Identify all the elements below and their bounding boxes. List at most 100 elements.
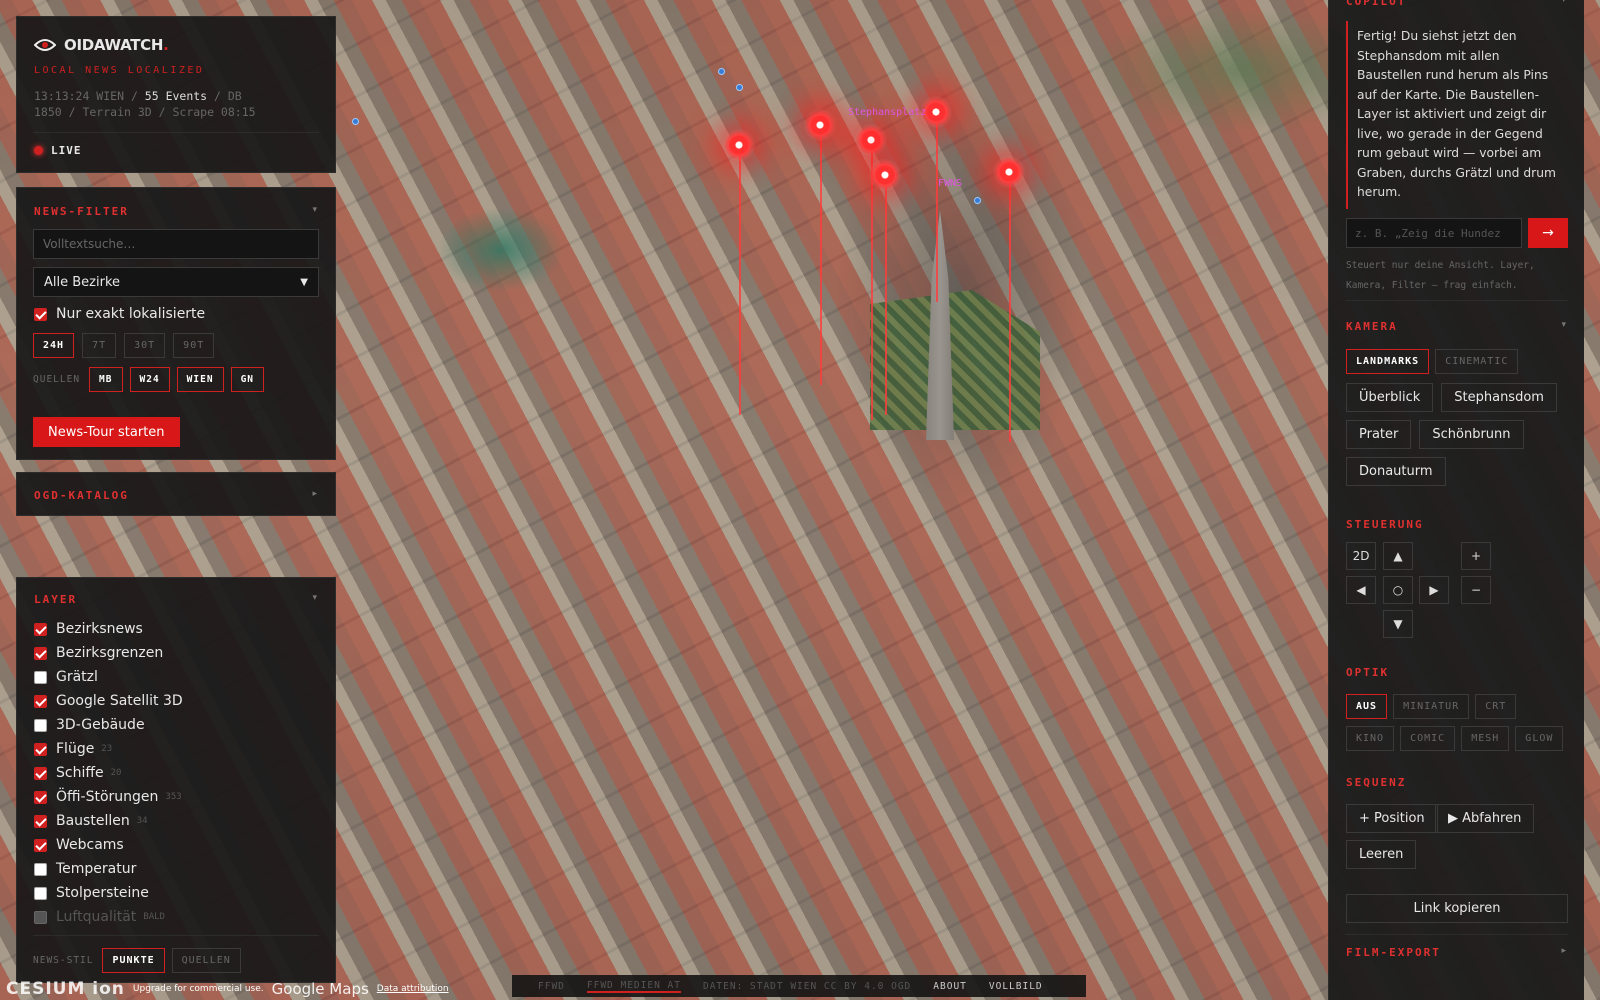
layer-item[interactable]: Schiffe 20: [34, 761, 183, 785]
caret-down-icon[interactable]: ▾: [1561, 320, 1566, 330]
camera-mode-chip[interactable]: LANDMARKS: [1346, 349, 1430, 374]
checkbox-icon[interactable]: [34, 814, 47, 828]
time-range-chip[interactable]: 90T: [173, 333, 215, 358]
layer-item[interactable]: Luftqualität BALD: [34, 905, 183, 929]
pan-up-button[interactable]: ▲: [1383, 542, 1413, 570]
optik-chip[interactable]: AUS: [1346, 694, 1388, 719]
optik-chip[interactable]: GLOW: [1515, 726, 1564, 751]
checkbox-icon[interactable]: [34, 742, 47, 756]
pan-left-button[interactable]: ◀: [1346, 576, 1376, 604]
layer-item[interactable]: Bezirksnews: [34, 617, 183, 641]
layer-item[interactable]: Google Satellit 3D: [34, 689, 183, 713]
section-title[interactable]: NEWS-FILTER: [34, 205, 129, 218]
copilot-hint: Steuert nur deine Ansicht. Layer, Kamera…: [1346, 260, 1535, 291]
news-pin[interactable]: [993, 156, 1025, 188]
checkbox-icon[interactable]: [34, 790, 47, 804]
district-value: Alle Bezirke: [44, 274, 121, 290]
layer-item[interactable]: Baustellen 34: [34, 809, 183, 833]
copilot-input[interactable]: z. B. „Zeig die Hundez: [1346, 218, 1522, 248]
news-pin[interactable]: [723, 129, 755, 161]
optik-chip[interactable]: KINO: [1346, 726, 1395, 751]
news-style-chip[interactable]: PUNKTE: [102, 948, 165, 973]
search-input[interactable]: Volltextsuche…: [33, 229, 319, 259]
camera-place-button[interactable]: Überblick: [1346, 383, 1434, 412]
separator: /: [124, 89, 145, 103]
optik-chip[interactable]: CRT: [1475, 694, 1517, 719]
checkbox-icon[interactable]: [34, 838, 47, 852]
ogd-catalog-panel[interactable]: OGD-KATALOG ▸: [16, 472, 336, 516]
camera-place-button[interactable]: Stephansdom: [1441, 383, 1557, 412]
camera-mode-chip[interactable]: CINEMATIC: [1435, 349, 1519, 374]
layer-item[interactable]: Temperatur: [34, 857, 183, 881]
pan-down-button[interactable]: ▼: [1383, 610, 1413, 638]
layer-item[interactable]: Bezirksgrenzen: [34, 641, 183, 665]
section-title[interactable]: FILM-EXPORT: [1346, 946, 1441, 959]
checkbox-icon[interactable]: [34, 862, 47, 876]
camera-place-button[interactable]: Prater: [1346, 420, 1412, 449]
caret-right-icon[interactable]: ▸: [1561, 946, 1566, 956]
news-tour-button[interactable]: News-Tour starten: [33, 417, 180, 447]
layer-item[interactable]: Flüge 23: [34, 737, 183, 761]
flight-dot[interactable]: [352, 118, 359, 125]
pan-right-button[interactable]: ▶: [1419, 576, 1449, 604]
news-pin[interactable]: [804, 109, 836, 141]
flight-dot[interactable]: [974, 197, 981, 204]
zoom-in-button[interactable]: +: [1461, 542, 1491, 570]
layer-item[interactable]: Stolpersteine: [34, 881, 183, 905]
checkbox-icon[interactable]: [34, 766, 47, 780]
news-pin[interactable]: [869, 159, 901, 191]
checkbox-icon[interactable]: [34, 694, 47, 708]
camera-place-button[interactable]: Schönbrunn: [1419, 420, 1524, 449]
flight-dot[interactable]: [718, 68, 725, 75]
data-attribution-link[interactable]: Data attribution: [377, 984, 449, 994]
upgrade-link[interactable]: Upgrade for commercial use.: [133, 984, 264, 994]
source-chip[interactable]: MB: [89, 367, 123, 392]
caret-down-icon[interactable]: ▾: [1561, 0, 1566, 5]
clear-sequence-button[interactable]: Leeren: [1346, 840, 1417, 869]
checkbox-icon[interactable]: [34, 718, 47, 732]
checkbox-icon[interactable]: [34, 307, 47, 321]
news-style-chip[interactable]: QUELLEN: [171, 948, 241, 973]
checkbox-icon[interactable]: [34, 910, 47, 924]
caret-down-icon[interactable]: ▾: [312, 205, 317, 215]
source-chip[interactable]: W24: [129, 367, 170, 392]
section-title[interactable]: OGD-KATALOG: [34, 489, 129, 502]
copy-link-button[interactable]: Link kopieren: [1346, 894, 1568, 923]
ticker-item[interactable]: ABOUT: [933, 981, 967, 992]
layer-item[interactable]: Grätzl: [34, 665, 183, 689]
exact-checkbox[interactable]: Nur exakt lokalisierte: [34, 302, 205, 326]
center-button[interactable]: ○: [1383, 576, 1413, 604]
section-title[interactable]: LAYER: [34, 593, 77, 606]
caret-down-icon[interactable]: ▾: [312, 593, 317, 603]
caret-right-icon[interactable]: ▸: [312, 489, 317, 499]
camera-place-button[interactable]: Donauturm: [1346, 457, 1446, 486]
layer-count: BALD: [143, 912, 165, 922]
flight-dot[interactable]: [736, 84, 743, 91]
checkbox-icon[interactable]: [34, 670, 47, 684]
time-range-chip[interactable]: 24H: [33, 333, 75, 358]
ticker-item[interactable]: VOLLBILD: [989, 981, 1043, 992]
add-position-button[interactable]: + Position: [1346, 804, 1438, 833]
layer-item[interactable]: Webcams: [34, 833, 183, 857]
play-sequence-button[interactable]: ▶ Abfahren: [1435, 804, 1535, 833]
optik-chip[interactable]: COMIC: [1400, 726, 1456, 751]
news-pin[interactable]: [855, 124, 887, 156]
section-title[interactable]: COPILOT: [1346, 0, 1406, 8]
layer-item[interactable]: Öffi-Störungen 353: [34, 785, 183, 809]
send-button[interactable]: →: [1528, 218, 1568, 248]
cesium-logo[interactable]: CESIUM ion: [6, 979, 125, 999]
layer-item[interactable]: 3D-Gebäude: [34, 713, 183, 737]
checkbox-icon[interactable]: [34, 886, 47, 900]
source-chip[interactable]: GN: [230, 367, 265, 392]
district-select[interactable]: Alle Bezirke ▼: [33, 267, 319, 297]
zoom-out-button[interactable]: −: [1461, 576, 1491, 604]
optik-chip[interactable]: MINIATUR: [1393, 694, 1470, 719]
optik-chip[interactable]: MESH: [1461, 726, 1510, 751]
section-title[interactable]: KAMERA: [1346, 320, 1398, 333]
toggle-2d-button[interactable]: 2D: [1346, 542, 1376, 570]
time-range-chip[interactable]: 30T: [124, 333, 166, 358]
checkbox-icon[interactable]: [34, 646, 47, 660]
source-chip[interactable]: WIEN: [176, 367, 224, 392]
time-range-chip[interactable]: 7T: [82, 333, 117, 358]
checkbox-icon[interactable]: [34, 622, 47, 636]
